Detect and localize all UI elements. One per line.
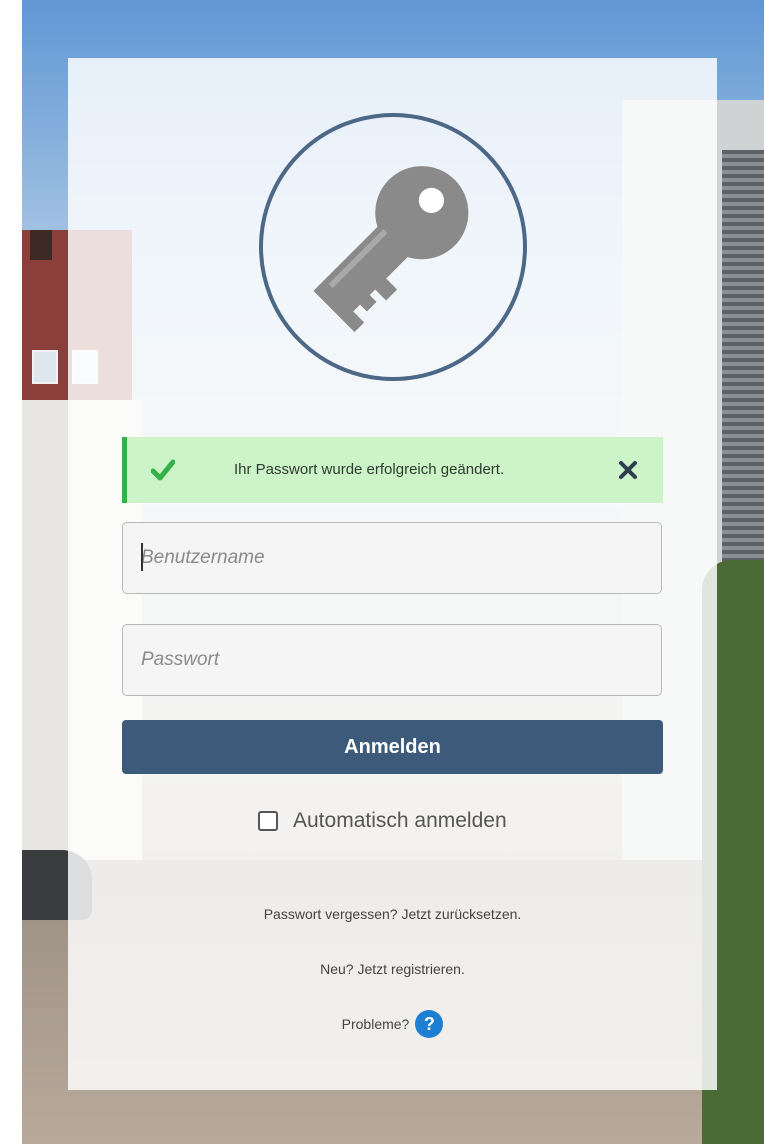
forgot-password-line: Passwort vergessen? Jetzt zurücksetzen.: [68, 906, 717, 922]
remember-me-toggle[interactable]: Automatisch anmelden: [258, 808, 507, 834]
remember-checkbox[interactable]: [258, 811, 278, 831]
register-line: Neu? Jetzt registrieren.: [68, 961, 717, 977]
password-input[interactable]: [122, 624, 662, 696]
register-prefix: Neu?: [320, 961, 354, 977]
login-button[interactable]: Anmelden: [122, 720, 663, 774]
key-icon: [313, 166, 469, 333]
remember-label: Automatisch anmelden: [293, 809, 507, 832]
problems-label: Probleme?: [341, 1016, 410, 1032]
close-icon[interactable]: [617, 459, 639, 481]
alert-message: Ihr Passwort wurde erfolgreich geändert.: [234, 461, 505, 478]
register-link[interactable]: Jetzt registrieren.: [357, 961, 464, 977]
username-input[interactable]: [122, 522, 662, 594]
forgot-prefix: Passwort vergessen?: [263, 906, 398, 922]
key-logo: [259, 113, 527, 381]
problems-line: Probleme? ?: [68, 1010, 717, 1038]
success-alert: Ihr Passwort wurde erfolgreich geändert.: [122, 437, 663, 503]
text-caret: [141, 543, 143, 571]
check-icon: [151, 459, 175, 481]
reset-password-link[interactable]: Jetzt zurücksetzen.: [401, 906, 521, 922]
help-icon[interactable]: ?: [415, 1010, 444, 1038]
